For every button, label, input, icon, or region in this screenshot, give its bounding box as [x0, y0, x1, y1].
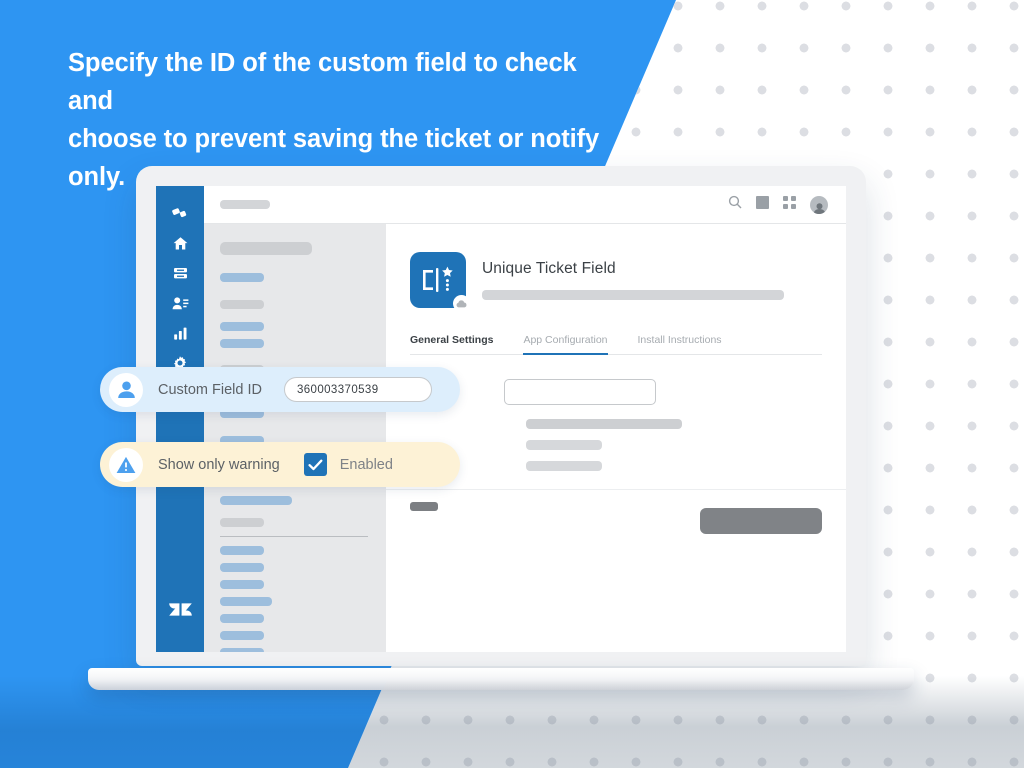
app-title: Unique Ticket Field: [482, 260, 616, 277]
zendesk-nav-rail: [156, 186, 204, 652]
nav-section-placeholder: [220, 518, 264, 527]
grid-icon[interactable]: [783, 195, 796, 214]
warning-triangle-icon: [109, 447, 143, 482]
custom-field-id-input[interactable]: 360003370539: [283, 377, 432, 402]
form-row: [410, 377, 822, 407]
app-tabs: General Settings App Configuration Install…: [410, 334, 822, 355]
tickets-icon[interactable]: [156, 258, 204, 288]
tab-app-configuration[interactable]: App Configuration: [523, 334, 608, 355]
nav-link-placeholder[interactable]: [220, 546, 264, 555]
nav-link-placeholder[interactable]: [220, 273, 264, 282]
square-icon[interactable]: [756, 195, 769, 214]
headline-line-1: Specify the ID of the custom field to ch…: [68, 49, 577, 115]
nav-section-placeholder: [220, 242, 312, 255]
description-bar-placeholder: [526, 461, 602, 471]
submit-button-placeholder[interactable]: [700, 508, 822, 534]
products-icon[interactable]: [156, 198, 204, 228]
app-meta: Unique Ticket Field: [482, 260, 822, 300]
app-cloud-badge-icon: [453, 295, 470, 312]
callout-show-only-warning: Show only warning Enabled: [100, 442, 460, 487]
customers-icon[interactable]: [156, 288, 204, 318]
nav-link-placeholder[interactable]: [220, 580, 264, 589]
app-settings-content: Unique Ticket Field General Settings App …: [386, 224, 846, 652]
checkbox-enabled-label: Enabled: [339, 456, 393, 473]
topbar-actions: [728, 195, 828, 214]
show-only-warning-checkbox[interactable]: [303, 453, 327, 476]
search-icon[interactable]: [728, 195, 742, 214]
app-topbar: [204, 186, 846, 224]
nav-link-placeholder[interactable]: [220, 631, 264, 640]
nav-link-placeholder[interactable]: [220, 648, 264, 652]
callout-custom-field-id: Custom Field ID 360003370539: [100, 367, 460, 412]
nav-divider: [220, 536, 368, 537]
description-bar-placeholder: [526, 419, 682, 429]
laptop-screen: Unique Ticket Field General Settings App …: [156, 186, 846, 652]
settings-form: [410, 377, 822, 511]
field-input-placeholder[interactable]: [504, 379, 656, 405]
nav-link-placeholder[interactable]: [220, 496, 292, 505]
promotional-banner: Specify the ID of the custom field to ch…: [0, 0, 1024, 768]
topbar-title-placeholder: [220, 200, 270, 209]
zendesk-logo: [156, 582, 204, 636]
home-icon[interactable]: [156, 228, 204, 258]
laptop-base: [88, 668, 914, 690]
secondary-nav: [204, 224, 386, 652]
app-header: Unique Ticket Field: [410, 252, 822, 312]
nav-section-placeholder: [220, 300, 264, 309]
callout-field-id-label: Custom Field ID: [158, 381, 262, 398]
nav-link-placeholder[interactable]: [220, 563, 264, 572]
nav-link-placeholder[interactable]: [220, 597, 272, 606]
callout-warning-label: Show only warning: [158, 456, 280, 473]
nav-link-placeholder[interactable]: [220, 322, 264, 331]
avatar[interactable]: [810, 195, 828, 214]
user-icon: [109, 372, 143, 407]
reporting-icon[interactable]: [156, 318, 204, 348]
tab-install-instructions[interactable]: Install Instructions: [638, 334, 722, 355]
nav-link-placeholder[interactable]: [220, 614, 264, 623]
unique-ticket-field-app-icon: [410, 252, 470, 312]
tab-general-settings[interactable]: General Settings: [410, 334, 493, 355]
field-label-placeholder: [410, 502, 438, 511]
description-bar-placeholder: [526, 440, 602, 450]
app-subtitle-placeholder: [482, 290, 784, 300]
content-divider: [386, 489, 846, 490]
nav-link-placeholder[interactable]: [220, 339, 264, 348]
